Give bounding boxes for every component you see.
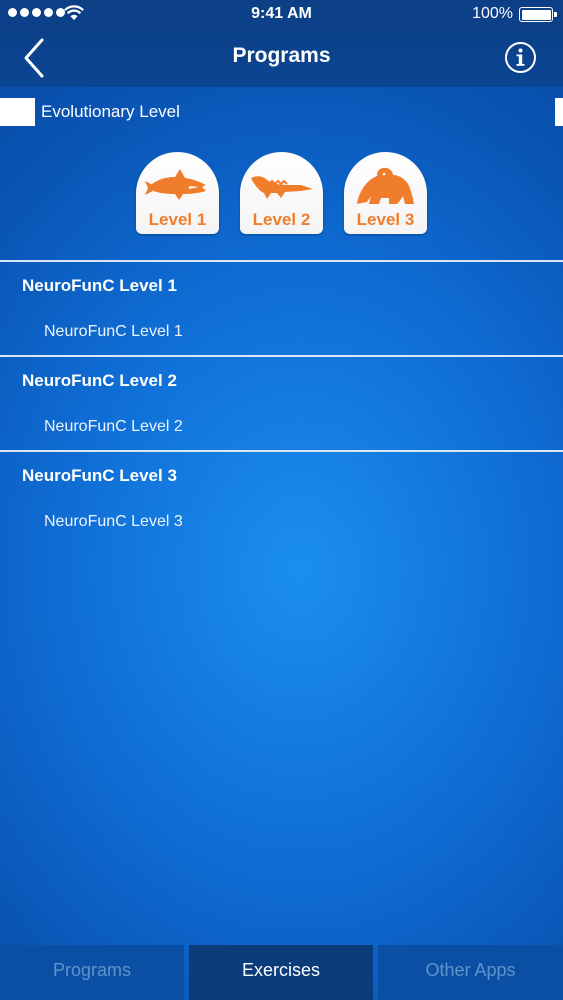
page-title: Programs <box>232 44 331 67</box>
section-header: Evolutionary Level <box>0 98 563 126</box>
level-1-button[interactable]: Level 1 <box>136 152 219 234</box>
status-bar: 9:41 AM 100% <box>0 0 563 30</box>
level-3-button[interactable]: Level 3 <box>344 152 427 234</box>
program-group-title: NeuroFunC Level 2 <box>22 371 177 390</box>
program-list-item[interactable]: NeuroFunC Level 3 <box>44 513 183 531</box>
divider <box>0 355 563 357</box>
crocodile-icon <box>251 176 313 199</box>
program-group-title: NeuroFunC Level 3 <box>22 466 177 485</box>
tab-bar: Programs Exercises Other Apps <box>0 945 563 1000</box>
section-label: Evolutionary Level <box>41 102 180 121</box>
section-marker-left <box>0 98 35 126</box>
navigation-bar: Programs <box>0 30 563 87</box>
top-bar: 9:41 AM 100% Programs <box>0 0 563 87</box>
level-3-label: Level 3 <box>356 210 415 229</box>
app-screen: 9:41 AM 100% Programs Evolutionary Level <box>0 0 563 1000</box>
tab-other-apps[interactable]: Other Apps <box>378 945 563 1000</box>
level-selector: Level 1 Level 2 Level 3 <box>0 152 563 236</box>
tab-exercises[interactable]: Exercises <box>189 945 373 1000</box>
level-2-button[interactable]: Level 2 <box>240 152 323 234</box>
program-list-item[interactable]: NeuroFunC Level 2 <box>44 418 183 436</box>
shark-icon <box>145 169 206 200</box>
divider <box>0 260 563 262</box>
level-1-label: Level 1 <box>148 210 207 229</box>
battery-percent: 100% <box>472 5 513 22</box>
gorilla-icon <box>357 167 414 204</box>
battery-icon <box>519 7 557 22</box>
section-marker-right <box>555 98 563 126</box>
program-group-title: NeuroFunC Level 1 <box>22 276 177 295</box>
info-icon[interactable] <box>504 41 537 74</box>
level-2-label: Level 2 <box>252 210 311 229</box>
tab-programs[interactable]: Programs <box>0 945 184 1000</box>
divider <box>0 450 563 452</box>
program-list-item[interactable]: NeuroFunC Level 1 <box>44 323 183 341</box>
